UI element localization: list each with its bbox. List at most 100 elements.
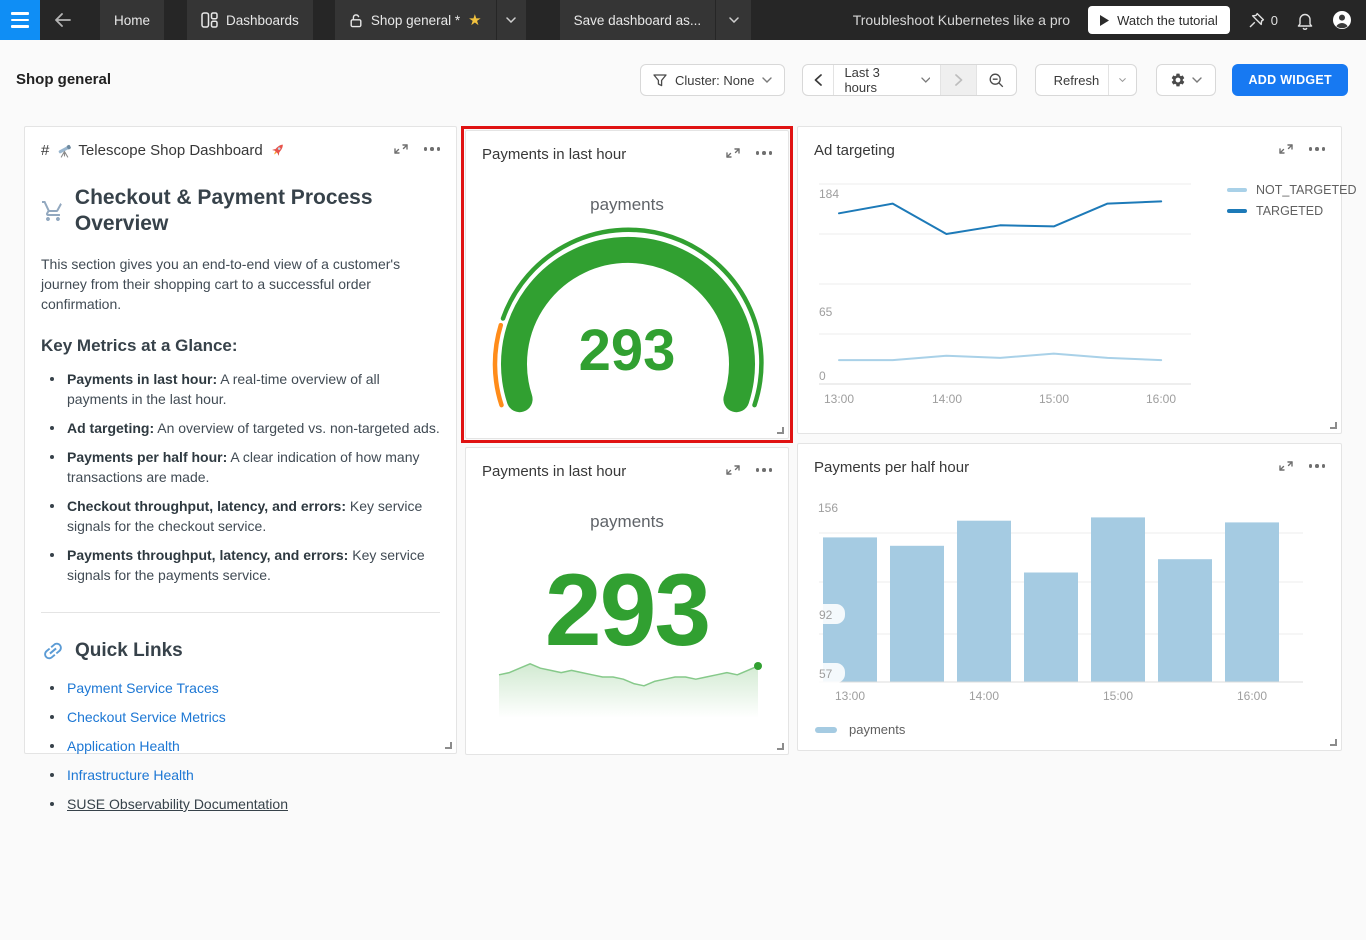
widget-payments-per-half-hour: Payments per half hour 156 92 57 13:00 14:00…	[797, 443, 1342, 751]
current-dashboard-menu-chevron[interactable]	[495, 0, 526, 40]
cluster-filter-button[interactable]: Cluster: None	[639, 64, 786, 96]
favorite-star-icon[interactable]: ★	[468, 11, 481, 29]
dashboards-icon	[201, 12, 218, 28]
refresh-group: Refresh	[1035, 64, 1138, 96]
user-avatar[interactable]	[1332, 10, 1352, 30]
tab-dashboards[interactable]: Dashboards	[187, 0, 313, 40]
legend-item[interactable]: TARGETED	[1227, 204, 1356, 218]
resize-handle[interactable]	[445, 742, 452, 749]
dashboard-settings-button[interactable]	[1156, 64, 1217, 96]
chevron-left-icon	[815, 74, 823, 86]
page-title: Shop general	[16, 71, 112, 88]
save-dashboard-as-label: Save dashboard as...	[573, 12, 702, 28]
list-item: Payment Service Traces	[50, 678, 440, 698]
link-application-health[interactable]: Application Health	[67, 738, 180, 754]
widget-menu-icon[interactable]	[423, 142, 440, 156]
chevron-down-icon	[1192, 77, 1203, 83]
list-item: Infrastructure Health	[50, 765, 440, 785]
widget-markdown: # Telescope Shop Dashboard Checkout & Pa…	[24, 126, 457, 812]
chevron-down-icon	[1119, 78, 1127, 83]
quick-links-heading: Quick Links	[41, 639, 440, 663]
refresh-button[interactable]: Refresh	[1036, 65, 1108, 95]
tab-dashboards-label: Dashboards	[226, 12, 299, 28]
svg-text:13:00: 13:00	[835, 689, 865, 703]
add-widget-button[interactable]: ADD WIDGET	[1232, 64, 1348, 96]
time-range-label: Last 3 hours	[844, 65, 880, 95]
notifications-button[interactable]	[1296, 11, 1314, 30]
resize-handle[interactable]	[777, 743, 784, 750]
list-item: Application Health	[50, 736, 440, 756]
resize-handle[interactable]	[1330, 422, 1337, 429]
refresh-options-chevron[interactable]	[1108, 65, 1136, 95]
time-forward-button[interactable]	[940, 65, 977, 95]
telescope-icon	[58, 144, 71, 158]
menu-hamburger-icon[interactable]	[0, 0, 40, 40]
promo-banner-text: Troubleshoot Kubernetes like a pro	[852, 12, 1071, 28]
zoom-out-time-button[interactable]	[976, 65, 1016, 95]
resize-handle[interactable]	[777, 427, 784, 434]
list-item: SUSE Observability Documentation	[50, 794, 440, 814]
chart-legend: NOT_TARGETED TARGETED	[1227, 183, 1356, 218]
expand-widget-icon[interactable]	[393, 142, 408, 156]
markdown-intro: This section gives you an end-to-end vie…	[41, 256, 401, 312]
widget-payments-number: Payments in last hour payments 293	[465, 447, 789, 755]
cart-icon	[41, 201, 62, 221]
pin-icon	[1249, 12, 1264, 27]
legend-swatch-not-targeted	[1227, 188, 1247, 192]
cluster-filter-label: Cluster: None	[674, 72, 755, 88]
svg-text:15:00: 15:00	[1039, 392, 1069, 406]
svg-text:184: 184	[819, 187, 839, 201]
chart-legend: payments	[815, 722, 905, 737]
chevron-down-icon	[506, 17, 516, 23]
back-arrow-icon	[54, 13, 71, 27]
svg-text:16:00: 16:00	[1237, 689, 1267, 703]
list-item: Ad targeting: An overview of targeted vs…	[50, 418, 440, 438]
list-item: Checkout throughput, latency, and errors…	[50, 496, 440, 536]
markdown-content: Checkout & Payment Process Overview This…	[41, 173, 440, 823]
widget-payments-gauge: Payments in last hour payments 293	[465, 130, 789, 439]
payments-gauge-chart[interactable]	[466, 131, 790, 440]
chevron-down-icon	[921, 77, 931, 83]
time-back-button[interactable]	[803, 65, 833, 95]
widget-title: # Telescope Shop Dashboard	[41, 142, 286, 159]
time-range-selector[interactable]: Last 3 hours	[833, 65, 940, 95]
link-suse-observability-docs[interactable]: SUSE Observability Documentation	[67, 796, 288, 812]
chevron-down-icon	[728, 17, 739, 23]
refresh-label: Refresh	[1053, 72, 1100, 88]
back-button[interactable]	[40, 0, 84, 40]
metrics-list: Payments in last hour: A real-time overv…	[50, 369, 440, 585]
svg-text:15:00: 15:00	[1103, 689, 1133, 703]
tab-home[interactable]: Home	[100, 0, 165, 40]
svg-text:14:00: 14:00	[932, 392, 962, 406]
link-payment-service-traces[interactable]: Payment Service Traces	[67, 680, 219, 696]
link-infrastructure-health[interactable]: Infrastructure Health	[67, 767, 194, 783]
bell-icon	[1297, 13, 1313, 30]
pinned-items-button[interactable]: 0	[1248, 12, 1278, 29]
play-icon	[1100, 14, 1110, 26]
svg-text:156: 156	[818, 501, 838, 515]
tab-current-dashboard[interactable]: Shop general * ★	[334, 0, 496, 40]
time-range-group: Last 3 hours	[802, 64, 1018, 96]
save-dashboard-menu-chevron[interactable]	[715, 0, 752, 40]
pin-count: 0	[1270, 12, 1278, 28]
svg-text:57: 57	[819, 667, 833, 681]
legend-label: payments	[849, 722, 906, 737]
widget-ad-targeting: Ad targeting 184 65 0 13:00 14:00 15:00 16:00 …	[797, 126, 1356, 435]
ad-targeting-chart[interactable]: 184 65 0 13:00 14:00 15:00 16:00	[798, 127, 1343, 435]
top-nav: Home Dashboards Shop general * ★ Save da…	[0, 0, 1366, 40]
list-item: Payments per half hour: A clear indicati…	[50, 447, 440, 487]
save-dashboard-as-button[interactable]: Save dashboard as...	[559, 0, 716, 40]
link-checkout-service-metrics[interactable]: Checkout Service Metrics	[67, 709, 226, 725]
payments-bar-chart[interactable]: 156 92 5713:00 14:00 15:00 16:00	[798, 444, 1343, 752]
watch-tutorial-button[interactable]: Watch the tutorial	[1088, 6, 1230, 34]
dashboard-toolbar: Cluster: None Last 3 hours Refresh ADD W…	[639, 64, 1348, 96]
svg-text:16:00: 16:00	[1146, 392, 1176, 406]
watch-tutorial-label: Watch the tutorial	[1117, 12, 1218, 28]
markdown-heading: Checkout & Payment Process Overview	[41, 185, 440, 237]
payments-sparkline-chart[interactable]	[466, 448, 790, 756]
quick-links-list: Payment Service Traces Checkout Service …	[50, 678, 440, 814]
resize-handle[interactable]	[1330, 739, 1337, 746]
legend-item[interactable]: NOT_TARGETED	[1227, 183, 1356, 197]
tab-home-label: Home	[114, 12, 151, 28]
filter-funnel-icon	[653, 73, 667, 86]
